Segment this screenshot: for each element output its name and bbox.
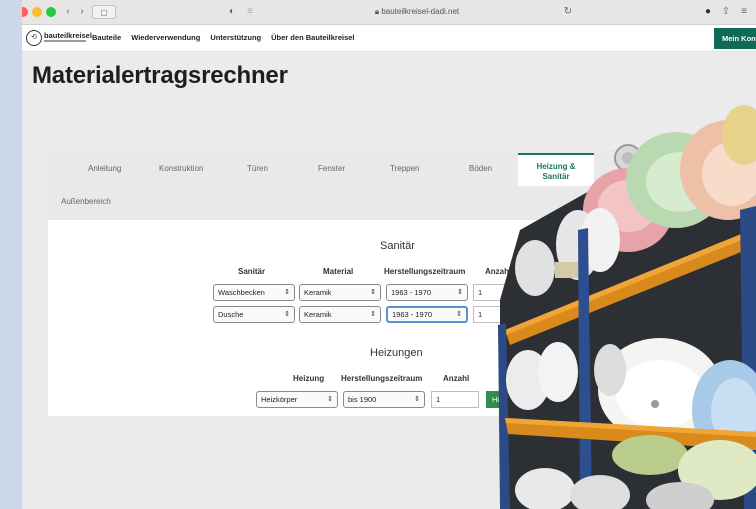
- screenshot: ‹ › ▢ ◐ ≡ 🔒︎ bauteilkreisel-dadi.net ↻ ●…: [0, 0, 756, 509]
- sinks-on-shelves-photo: [498, 105, 756, 509]
